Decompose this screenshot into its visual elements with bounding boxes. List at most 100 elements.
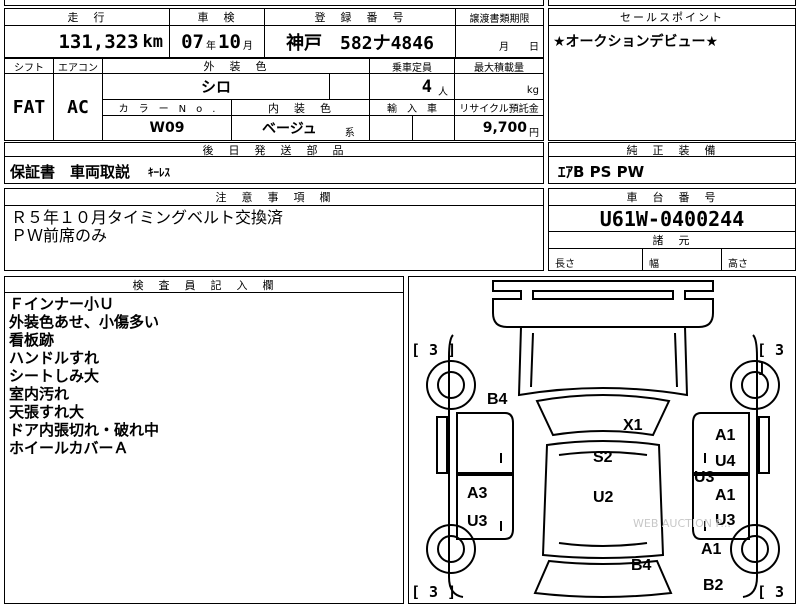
watermark: WEB AUCTION P... (633, 517, 731, 530)
length-label: 長さ (555, 259, 575, 270)
max-load-cell: kg (454, 73, 544, 100)
front-bumper-inner (532, 290, 674, 300)
standard-equipment-cell: ｴｱB PS PW (548, 156, 796, 184)
top-cutoff-right (548, 0, 796, 6)
damage-u2: U2 (593, 489, 614, 506)
sales-point-header: セールスポイント (548, 8, 796, 26)
color-no-value: W09 (102, 115, 232, 141)
inspector-line-1: Ｆインナー小Ｕ (9, 295, 115, 313)
damage-b4-hood: B4 (487, 391, 508, 408)
aircon-value: AC (53, 73, 103, 141)
inspector-line-8: ドア内張切れ・破れ中 (9, 421, 160, 439)
after-shipping-small: ｷｰﾚｽ (148, 166, 170, 179)
tire-grade-front-left: [ 3 ] (411, 341, 457, 359)
tire-front-left-outer (426, 360, 476, 410)
damage-diagram: [ 3 ] [ 3 ] [ 3 ] [ 3 ] B4 X1 S2 U2 A3 U… (408, 276, 796, 604)
sales-point-cell: ★オークションデビュー★ (548, 25, 796, 141)
standard-equipment-text: ｴｱB PS PW (558, 163, 645, 181)
mileage-unit: km (142, 31, 163, 52)
tire-rear-left-outer (426, 524, 476, 574)
capacity-cell: 4 人 (369, 73, 455, 100)
damage-a1-rear-fender: A1 (701, 541, 722, 558)
tire-front-left-inner (437, 371, 465, 399)
interior-color-cell: ベージュ 系 (231, 115, 370, 141)
damage-u3-left: U3 (467, 513, 488, 530)
damage-s2: S2 (593, 449, 613, 466)
standard-equipment-header: 純 正 装 備 (548, 142, 796, 157)
exterior-color-header: 外 装 色 (102, 58, 370, 74)
recycle-header: リサイクル預託金 (454, 99, 544, 116)
mirror-right (758, 416, 770, 474)
mileage-header: 走 行 (4, 8, 170, 26)
year-unit: 年 (206, 41, 216, 52)
interior-suffix: 系 (344, 127, 355, 139)
inspection-year: 07 (181, 30, 204, 53)
import-header: 輸 入 車 (369, 99, 455, 116)
capacity-unit: 人 (438, 87, 448, 98)
mileage-cell: 131,323 km (4, 25, 170, 58)
damage-u3-mid: U3 (694, 469, 715, 486)
inspector-line-2: 外装色あせ、小傷多い (9, 313, 160, 331)
dimensions-header: 諸 元 (548, 231, 796, 249)
notes-cell: Ｒ５年１０月タイミングベルト交換済 ＰＷ前席のみ (4, 205, 544, 271)
height-cell: 高さ (721, 248, 796, 271)
load-unit: kg (526, 85, 539, 96)
registration-header: 登 録 番 号 (264, 8, 456, 26)
recycle-cell: 9,700 円 (454, 115, 544, 141)
damage-a3: A3 (467, 485, 488, 502)
inspector-header: 検 査 員 記 入 欄 (4, 276, 404, 293)
inspector-line-4: ハンドルすれ (9, 349, 100, 367)
chassis-header: 車 台 番 号 (548, 188, 796, 206)
inspection-header: 車 検 (169, 8, 265, 26)
damage-u4: U4 (715, 453, 736, 470)
tire-grade-front-right: [ 3 ] (757, 341, 785, 377)
color-no-header: カ ラ ー N o . (102, 99, 232, 116)
transfer-header: 譲渡書類期限 (455, 8, 544, 26)
shift-value: FAT (4, 73, 54, 141)
tire-grade-rear-right: [ 3 ] (757, 583, 785, 603)
inspector-line-9: ホイールカバーＡ (9, 439, 129, 457)
capacity-value: 4 (421, 76, 432, 97)
import-cell-b (412, 115, 455, 141)
inspector-line-3: 看板跡 (9, 331, 55, 349)
transfer-day-unit: 日 (529, 42, 539, 53)
shift-header: シフト (4, 58, 54, 74)
mileage-value: 131,323 (58, 30, 139, 53)
month-unit: 月 (242, 41, 253, 52)
damage-a1-front-right: A1 (715, 427, 736, 444)
after-shipping-header: 後 日 発 送 部 品 (4, 142, 544, 157)
recycle-unit: 円 (529, 127, 539, 139)
capacity-header: 乗車定員 (369, 58, 455, 74)
exterior-color-extra (329, 73, 370, 100)
tire-rear-right-outer (730, 524, 780, 574)
interior-color-header: 内 装 色 (231, 99, 370, 116)
tire-rear-right-inner (741, 535, 769, 563)
width-cell: 幅 (642, 248, 722, 271)
notes-line-2: ＰＷ前席のみ (11, 226, 108, 245)
max-load-header: 最大積載量 (454, 58, 544, 74)
damage-b4-rear: B4 (631, 557, 652, 574)
transfer-cell: 月 日 (455, 25, 544, 58)
car-outline (426, 280, 780, 598)
damage-a1-rear-right: A1 (715, 487, 736, 504)
height-label: 高さ (728, 259, 748, 270)
inspector-cell: Ｆインナー小Ｕ 外装色あせ、小傷多い 看板跡 ハンドルすれ シートしみ大 室内汚… (4, 292, 404, 604)
length-cell: 長さ (548, 248, 643, 271)
inspector-line-7: 天張すれ大 (9, 403, 85, 421)
width-label: 幅 (649, 259, 659, 270)
hood-inner (530, 332, 678, 388)
sales-point-text: ★オークションデビュー★ (553, 34, 719, 50)
registration-number: 神戸 582ナ4846 (264, 25, 456, 58)
tire-grade-rear-left: [ 3 ] (411, 583, 457, 601)
front-bumper-outline (492, 280, 714, 328)
after-shipping-text: 保証書 車両取説 (10, 163, 131, 181)
left-front-door (456, 412, 514, 474)
exterior-color-value: シロ (200, 78, 231, 96)
hood-outline (517, 326, 689, 397)
tire-rear-left-inner (437, 535, 465, 563)
inspection-cell: 07 年 10 月 (169, 25, 265, 58)
interior-color-value: ベージュ (262, 121, 317, 137)
chassis-number: U61W-0400244 (548, 205, 796, 232)
exterior-color-cell: シロ (102, 73, 330, 100)
aircon-header: エアコン (53, 58, 103, 74)
